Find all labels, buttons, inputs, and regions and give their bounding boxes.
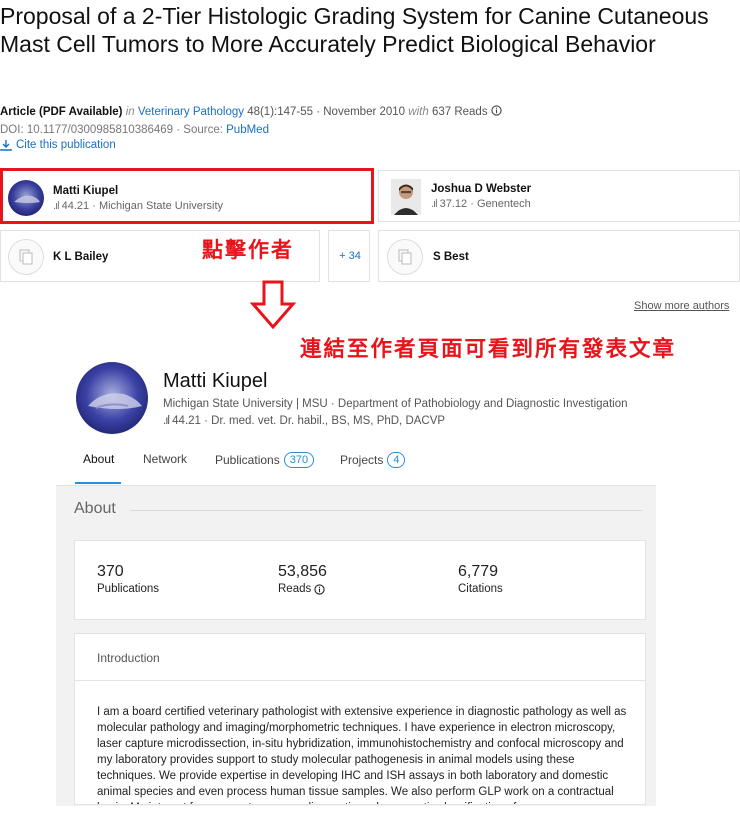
doi-line: DOI: 10.1177/0300985810386469 · Source: … (0, 124, 269, 136)
show-more-authors-link[interactable]: Show more authors (634, 300, 729, 312)
document-icon (398, 249, 412, 265)
profile-score-line: .ıl 44.21 · Dr. med. vet. Dr. habil., BS… (163, 415, 445, 427)
source-link[interactable]: PubMed (226, 124, 269, 136)
stat-citations-label: Citations (458, 583, 503, 595)
profile-avatar (76, 362, 148, 434)
about-heading: About (74, 500, 116, 517)
stat-publications-value: 370 (97, 563, 124, 580)
tab-about-underline (75, 482, 121, 484)
introduction-text: I am a board certified veterinary pathol… (97, 706, 627, 804)
author-score: 44.21 (61, 200, 90, 212)
author-name: K L Bailey (53, 251, 109, 263)
author-card-joshua-webster[interactable]: Joshua D Webster .ıl 37.12 · Genentech (378, 170, 740, 222)
more-authors-count[interactable]: + 34 (328, 230, 370, 282)
profile-score: 44.21 (172, 415, 201, 427)
tab-publications[interactable]: Publications 370 (215, 452, 315, 468)
info-icon[interactable] (491, 105, 502, 116)
avatar (8, 180, 44, 216)
stats-card: 370 Publications 53,856 Reads 6,779 Cita… (74, 540, 646, 620)
reads-count: 637 Reads (431, 106, 488, 118)
tab-projects[interactable]: Projects 4 (340, 452, 406, 468)
tab-network[interactable]: Network (143, 452, 187, 466)
more-count-label: + 34 (339, 250, 361, 262)
author-name: Joshua D Webster (431, 183, 532, 195)
author-affiliation: Michigan State University (98, 200, 224, 212)
stat-publications-label: Publications (97, 583, 159, 595)
tab-count-badge: 4 (387, 452, 406, 468)
author-name: Matti Kiupel (53, 185, 119, 197)
tab-about[interactable]: About (83, 452, 114, 466)
author-stats: .ıl 44.21 · Michigan State University (53, 200, 224, 212)
author-card-matti-kiupel[interactable]: Matti Kiupel .ıl 44.21 · Michigan State … (0, 168, 374, 224)
publication-title: Proposal of a 2-Tier Histologic Grading … (0, 3, 709, 57)
annotation-click-author: 點擊作者 (202, 239, 294, 262)
volume-pages: 48(1):147-55 · November 2010 (247, 106, 406, 118)
stat-reads-value: 53,856 (278, 563, 327, 580)
author-name: S Best (433, 251, 469, 263)
publication-type: Article (PDF Available) (0, 106, 123, 118)
tab-label: About (83, 452, 115, 466)
stat-label: Reads (278, 583, 312, 595)
avatar-placeholder (8, 239, 44, 275)
score-bars-icon: .ıl (431, 198, 437, 210)
author-card-s-best[interactable]: S Best (378, 230, 740, 282)
introduction-divider (75, 680, 645, 681)
down-arrow-icon (249, 280, 297, 335)
profile-degrees: · Dr. med. vet. Dr. habil., BS, MS, PhD,… (204, 415, 446, 427)
cite-label: Cite this publication (16, 139, 116, 151)
journal-link[interactable]: Veterinary Pathology (138, 106, 244, 118)
annotation-link-note: 連結至作者頁面可看到所有發表文章 (300, 337, 677, 361)
stat-label: Publications (97, 583, 160, 595)
author-score: 37.12 (439, 198, 468, 210)
author-stats: .ıl 37.12 · Genentech (431, 198, 531, 210)
score-bars-icon: .ıl (53, 200, 59, 212)
stat-citations-value: 6,779 (458, 563, 499, 580)
tab-label: Projects (340, 453, 384, 467)
introduction-heading: Introduction (97, 651, 160, 665)
info-icon[interactable] (314, 583, 325, 595)
avatar (391, 179, 421, 215)
score-bars-icon: .ıl (163, 415, 170, 427)
in-word: in (125, 106, 135, 118)
tab-label: Publications (215, 453, 280, 467)
profile-affiliation: Michigan State University | MSU · Depart… (163, 398, 628, 410)
introduction-card: Introduction I am a board certified vete… (74, 633, 646, 805)
author-affiliation: Genentech (476, 198, 531, 210)
with-word: with (408, 106, 429, 118)
doi: DOI: 10.1177/0300985810386469 · Source: (0, 124, 223, 136)
publication-meta: Article (PDF Available) in Veterinary Pa… (0, 105, 502, 118)
stat-reads-label: Reads (278, 583, 325, 595)
about-heading-rule (130, 510, 642, 511)
download-icon (0, 140, 12, 151)
avatar-placeholder (387, 239, 423, 275)
tab-count-badge: 370 (283, 452, 315, 468)
tab-label: Network (143, 452, 188, 466)
stat-label: Citations (458, 583, 503, 595)
document-icon (19, 249, 33, 265)
profile-name: Matti Kiupel (163, 370, 268, 392)
cite-button[interactable]: Cite this publication (0, 139, 116, 151)
